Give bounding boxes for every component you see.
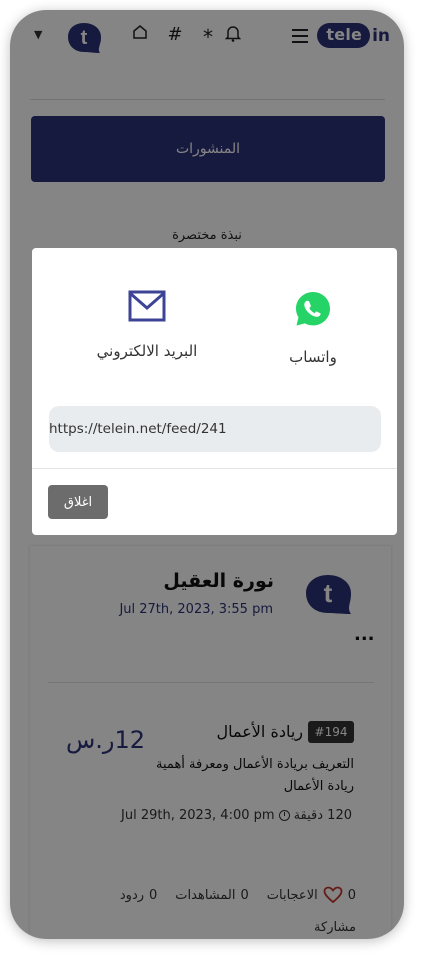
modal-divider: [32, 468, 397, 469]
share-whatsapp-option[interactable]: واتساب: [248, 290, 378, 366]
share-url-field[interactable]: [49, 406, 381, 452]
email-label: البريد الالكتروني: [96, 342, 198, 360]
phone-frame: tele in * # t ▼ المنشورات نبذة مختصرة t …: [10, 10, 404, 939]
close-button[interactable]: اغلاق: [48, 485, 108, 519]
envelope-icon: [128, 290, 166, 322]
share-email-option[interactable]: البريد الالكتروني: [82, 290, 212, 360]
whatsapp-icon: [296, 292, 330, 326]
share-modal: واتساب البريد الالكتروني اغلاق: [32, 248, 397, 535]
whatsapp-label: واتساب: [289, 348, 337, 366]
